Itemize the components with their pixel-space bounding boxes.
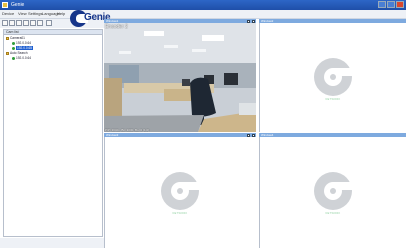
tree-node-auto-search[interactable]: Auto Search <box>6 51 28 55</box>
video-tile-4[interactable]: Window4 NETWORK <box>259 133 406 248</box>
live-video-feed[interactable]: Encoder 2 PIP=1640x, Bit=1000, Bo=0 (1.0… <box>104 23 256 132</box>
camera-icon <box>12 56 15 60</box>
menu-bar: Device View Settings Language Help <box>0 10 406 19</box>
layout-1-icon[interactable] <box>2 20 8 26</box>
empty-video-slot[interactable]: NETWORK <box>259 137 406 248</box>
network-placeholder-icon: NETWORK <box>161 172 200 215</box>
genie-logo: Genie <box>70 10 111 30</box>
app-icon <box>2 2 8 8</box>
title-bar: Genie <box>0 0 406 10</box>
folder-icon <box>6 51 9 55</box>
layout-16-icon[interactable] <box>23 20 29 26</box>
video-tile-3[interactable]: Window3 NETWORK <box>104 133 256 248</box>
folder-icon <box>6 36 9 40</box>
status-bar <box>0 238 104 248</box>
tree-node-camera01[interactable]: Camera01 <box>6 36 25 40</box>
layout-9-icon[interactable] <box>16 20 22 26</box>
layout-4-icon[interactable] <box>9 20 15 26</box>
snapshot-icon[interactable] <box>37 20 43 26</box>
camera-list-header: Cam list <box>4 30 102 35</box>
camera-icon <box>12 46 15 50</box>
tree-node-camera-selected[interactable]: 192.0.0.65 <box>12 46 34 50</box>
video-grid: Window1 Encoder 2 PIP=1640x, Bit=1000, B… <box>104 19 406 248</box>
menu-item-settings[interactable]: Settings <box>28 11 42 17</box>
settings-icon[interactable] <box>46 20 52 26</box>
video-tile-2[interactable]: Window2 NETWORK <box>259 19 406 132</box>
empty-video-slot[interactable]: NETWORK <box>104 137 256 248</box>
office-camera-image <box>104 23 256 132</box>
record-icon[interactable] <box>30 20 36 26</box>
menu-item-help[interactable]: Help <box>57 11 65 17</box>
window-title: Genie <box>11 2 25 8</box>
osd-encoder-label: Encoder 2 <box>105 24 128 30</box>
video-tile-1[interactable]: Window1 Encoder 2 PIP=1640x, Bit=1000, B… <box>104 19 256 132</box>
close-icon[interactable] <box>396 1 404 8</box>
camera-list-panel: Cam list Camera01 192.0.0.64 192.0.0.65 … <box>3 29 103 237</box>
camera-icon <box>12 41 15 45</box>
maximize-icon[interactable] <box>387 1 395 8</box>
menu-item-view[interactable]: View <box>18 11 27 17</box>
menu-item-device[interactable]: Device <box>2 11 14 17</box>
network-placeholder-icon: NETWORK <box>314 58 353 101</box>
empty-video-slot[interactable]: NETWORK <box>259 23 406 132</box>
osd-stream-info: PIP=1640x, Bit=1000, Bo=0 (1.0) <box>105 128 150 132</box>
minimize-icon[interactable] <box>378 1 386 8</box>
network-placeholder-icon: NETWORK <box>314 172 353 215</box>
tree-node-camera[interactable]: 192.0.0.64 <box>12 56 31 60</box>
tree-node-camera[interactable]: 192.0.0.64 <box>12 41 31 45</box>
